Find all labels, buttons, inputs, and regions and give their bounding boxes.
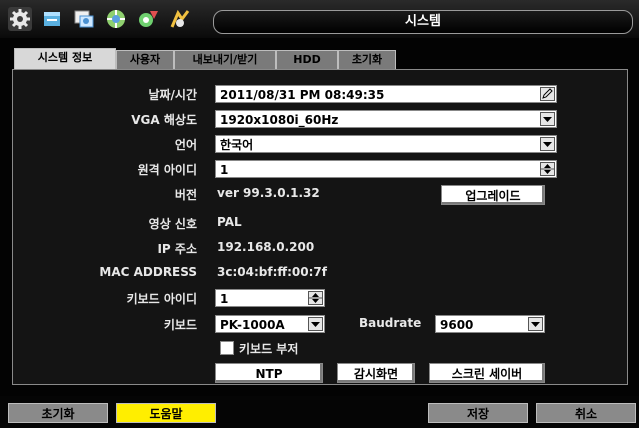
- storage-icon[interactable]: [40, 7, 64, 31]
- ntp-button[interactable]: NTP: [215, 363, 323, 383]
- tab-reset[interactable]: 초기화: [338, 50, 396, 70]
- remote-id-label: 원격 아이디: [137, 163, 197, 177]
- help-button[interactable]: 도움말: [116, 403, 216, 423]
- ip-label: IP 주소: [157, 242, 197, 256]
- cancel-button[interactable]: 취소: [536, 403, 636, 423]
- language-value: 한국어: [220, 138, 254, 152]
- datetime-field[interactable]: 2011/08/31 PM 08:49:35: [215, 85, 557, 103]
- chevron-down-icon[interactable]: [540, 112, 555, 126]
- screensaver-button[interactable]: 스크린 세이버: [429, 363, 545, 383]
- tab-export-import[interactable]: 내보내기/받기: [174, 50, 276, 70]
- keyboard-buzzer-checkbox[interactable]: [220, 341, 234, 355]
- vga-resolution-select[interactable]: 1920x1080i_60Hz: [215, 110, 557, 128]
- version-value: ver 99.3.0.1.32: [217, 186, 320, 200]
- vga-label: VGA 해상도: [131, 113, 197, 127]
- footer-bar: 초기화 도움말 저장 취소: [0, 396, 639, 428]
- screen: 시스템 시스템 정보 사용자 내보내기/받기 HDD 초기화 날짜/시간 201…: [0, 0, 639, 428]
- baudrate-label: Baudrate: [359, 316, 422, 330]
- baudrate-select[interactable]: 9600: [435, 315, 545, 333]
- top-toolbar: 시스템: [0, 0, 639, 38]
- keyboard-id-label: 키보드 아이디: [126, 292, 197, 306]
- system-info-panel: 날짜/시간 2011/08/31 PM 08:49:35 VGA 해상도 192…: [12, 69, 628, 385]
- ip-value: 192.168.0.200: [217, 240, 315, 254]
- keyboard-id-value: 1: [220, 292, 229, 306]
- language-select[interactable]: 한국어: [215, 135, 557, 153]
- remote-id-stepper[interactable]: 1: [215, 160, 557, 178]
- mac-value: 3c:04:bf:ff:00:7f: [217, 265, 327, 279]
- keyboard-id-stepper[interactable]: 1: [215, 289, 325, 307]
- language-label: 언어: [174, 138, 197, 152]
- upgrade-button[interactable]: 업그레이드: [441, 185, 545, 205]
- version-label: 버전: [174, 188, 197, 202]
- event-icon[interactable]: [136, 7, 160, 31]
- chevron-down-icon[interactable]: [528, 317, 543, 331]
- datetime-value: 2011/08/31 PM 08:49:35: [220, 88, 385, 102]
- vga-value: 1920x1080i_60Hz: [220, 113, 339, 127]
- device-icon[interactable]: [168, 7, 192, 31]
- monitor-screen-button[interactable]: 감시화면: [337, 363, 415, 383]
- chevron-down-icon[interactable]: [308, 317, 323, 331]
- system-gear-icon[interactable]: [8, 7, 32, 31]
- reset-button[interactable]: 초기화: [8, 403, 108, 423]
- edit-pencil-icon[interactable]: [540, 87, 555, 101]
- stepper-up-down-icon[interactable]: [540, 162, 555, 176]
- stepper-up-down-icon[interactable]: [308, 291, 323, 305]
- network-icon[interactable]: [104, 7, 128, 31]
- tab-user[interactable]: 사용자: [116, 50, 174, 70]
- datetime-label: 날짜/시간: [148, 88, 197, 102]
- keyboard-buzzer-label: 키보드 부저: [239, 342, 299, 356]
- video-signal-value: PAL: [217, 215, 242, 229]
- keyboard-select[interactable]: PK-1000A: [215, 315, 325, 333]
- keyboard-label: 키보드: [163, 318, 197, 332]
- record-icon[interactable]: [72, 7, 96, 31]
- save-button[interactable]: 저장: [428, 403, 528, 423]
- video-signal-label: 영상 신호: [148, 217, 197, 231]
- keyboard-value: PK-1000A: [220, 318, 285, 332]
- remote-id-value: 1: [220, 163, 229, 177]
- mac-label: MAC ADDRESS: [99, 265, 197, 279]
- chevron-down-icon[interactable]: [540, 137, 555, 151]
- baudrate-value: 9600: [440, 318, 474, 332]
- window-title: 시스템: [213, 10, 633, 34]
- tab-hdd[interactable]: HDD: [276, 50, 338, 70]
